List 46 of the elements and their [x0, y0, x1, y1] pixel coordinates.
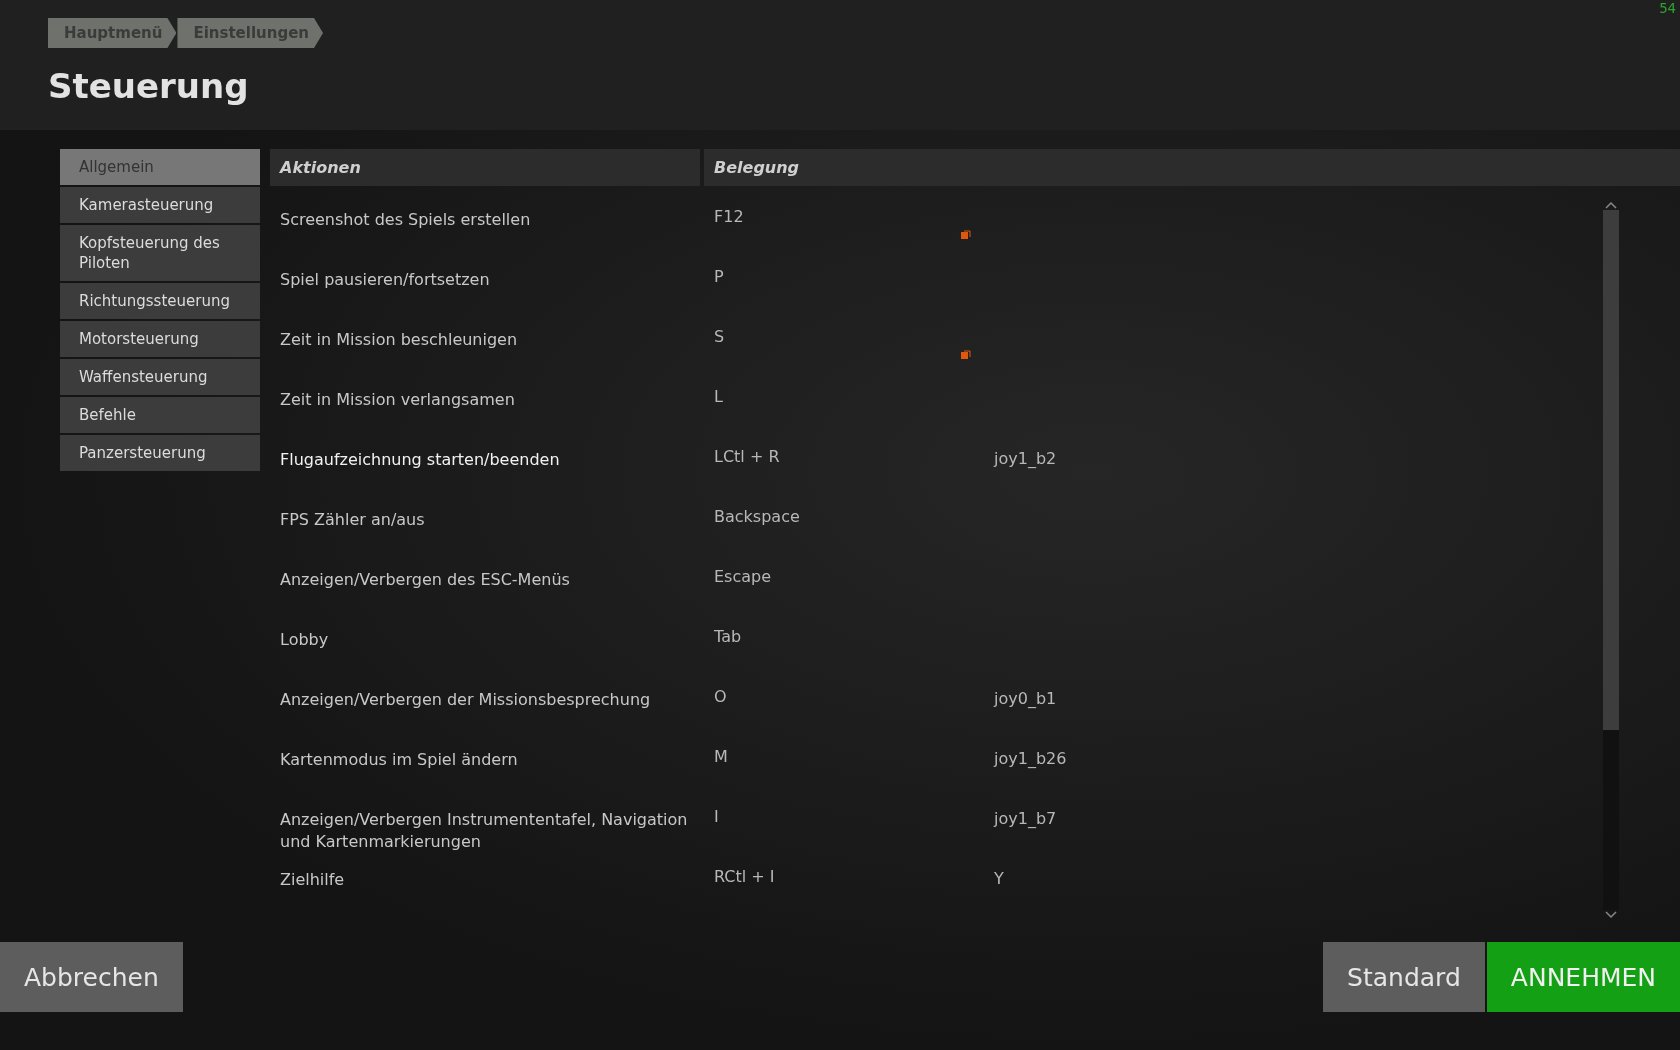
- action-label: Zeit in Mission beschleunigen: [279, 329, 519, 351]
- key-binding[interactable]: Escape: [714, 567, 772, 586]
- scroll-up-icon[interactable]: [1604, 200, 1618, 210]
- category-tab[interactable]: Waffensteuerung: [60, 359, 260, 395]
- category-tab[interactable]: Richtungssteuerung: [60, 283, 260, 319]
- category-tab[interactable]: Kamerasteuerung: [60, 187, 260, 223]
- action-label: Anzeigen/Verbergen des ESC-Menüs: [279, 569, 571, 591]
- column-header: Aktionen: [270, 149, 700, 186]
- key-binding[interactable]: Backspace: [714, 507, 800, 526]
- scrollbar-thumb[interactable]: [1603, 210, 1619, 730]
- key-binding[interactable]: LCtl + R: [714, 447, 780, 466]
- default-button[interactable]: Standard: [1323, 942, 1485, 1012]
- alt-key-binding[interactable]: joy0_b1: [994, 676, 1057, 708]
- action-label: Flugaufzeichnung starten/beenden: [279, 449, 561, 471]
- key-binding[interactable]: S: [714, 327, 725, 346]
- alt-key-binding[interactable]: Y: [994, 856, 1004, 888]
- action-label: Lobby: [279, 629, 330, 651]
- scrollbar-track[interactable]: [1603, 210, 1619, 910]
- key-binding[interactable]: F12: [714, 207, 744, 226]
- category-tab[interactable]: Motorsteuerung: [60, 321, 260, 357]
- key-binding[interactable]: L: [714, 387, 723, 406]
- key-binding[interactable]: Tab: [714, 627, 742, 646]
- action-label: Zielhilfe: [279, 869, 346, 891]
- scroll-down-icon[interactable]: [1604, 910, 1618, 920]
- action-label: Screenshot des Spiels erstellen: [279, 209, 532, 231]
- cancel-button[interactable]: Abbrechen: [0, 942, 183, 1012]
- action-label: Kartenmodus im Spiel ändern: [279, 749, 519, 771]
- key-binding[interactable]: O: [714, 687, 727, 706]
- fps-counter: 54: [1659, 0, 1676, 16]
- category-tab[interactable]: Befehle: [60, 397, 260, 433]
- key-binding[interactable]: P: [714, 267, 724, 286]
- key-binding[interactable]: I: [714, 807, 719, 826]
- alt-key-binding[interactable]: joy1_b7: [994, 796, 1057, 828]
- page-title: Steuerung: [48, 66, 250, 106]
- alt-key-binding[interactable]: joy1_b2: [994, 436, 1057, 468]
- action-label: Anzeigen/Verbergen Instrumententafel, Navigation und Kartenmarkierungen: [279, 809, 689, 853]
- action-label: Anzeigen/Verbergen der Missionsbesprechung: [279, 689, 652, 711]
- action-label: Spiel pausieren/fortsetzen: [279, 269, 491, 291]
- category-tab[interactable]: Kopfsteuerung des Piloten: [60, 225, 260, 281]
- action-label: FPS Zähler an/aus: [279, 509, 426, 531]
- key-binding[interactable]: M: [714, 747, 728, 766]
- column-header: Belegung: [704, 149, 1680, 186]
- key-binding[interactable]: RCtl + I: [714, 867, 775, 886]
- alt-key-binding[interactable]: joy1_b26: [994, 736, 1067, 768]
- category-tab[interactable]: Panzersteuerung: [60, 435, 260, 471]
- action-label: Zeit in Mission verlangsamen: [279, 389, 516, 411]
